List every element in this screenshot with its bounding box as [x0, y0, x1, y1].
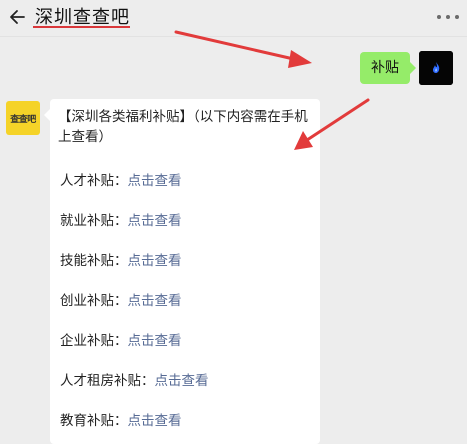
list-item: 教育补贴：点击查看 — [60, 409, 182, 429]
list-item: 人才补贴：点击查看 — [60, 169, 182, 189]
view-link[interactable]: 点击查看 — [128, 413, 182, 429]
list-item: 技能补贴：点击查看 — [60, 249, 182, 269]
title-underline — [33, 26, 130, 28]
my-message-bubble[interactable]: 补贴 — [360, 52, 416, 84]
item-label: 人才租房补贴： — [60, 373, 155, 389]
item-label: 教育补贴： — [60, 413, 128, 429]
view-link[interactable]: 点击查看 — [128, 173, 182, 189]
reply-message-bubble: 【深圳各类福利补贴】（以下内容需在手机上查看） 人才补贴：点击查看 就业补贴：点… — [44, 99, 320, 444]
more-options-icon[interactable] — [437, 8, 459, 26]
chat-header: 深圳查查吧 — [0, 0, 467, 36]
list-item: 企业补贴：点击查看 — [60, 329, 182, 349]
item-label: 技能补贴： — [60, 253, 128, 269]
view-link[interactable]: 点击查看 — [128, 253, 182, 269]
back-arrow-icon[interactable] — [8, 7, 28, 27]
annotation-arrow-1 — [174, 30, 312, 68]
item-label: 人才补贴： — [60, 173, 128, 189]
my-avatar[interactable] — [419, 51, 453, 85]
item-label: 就业补贴： — [60, 213, 128, 229]
view-link[interactable]: 点击查看 — [128, 293, 182, 309]
reply-heading: 【深圳各类福利补贴】（以下内容需在手机上查看） — [58, 109, 308, 145]
item-label: 创业补贴： — [60, 293, 128, 309]
view-link[interactable]: 点击查看 — [155, 373, 209, 389]
list-item: 人才租房补贴：点击查看 — [60, 369, 209, 389]
bot-avatar[interactable]: 查查吧 — [6, 101, 40, 135]
view-link[interactable]: 点击查看 — [128, 213, 182, 229]
list-item: 就业补贴：点击查看 — [60, 209, 182, 229]
view-link[interactable]: 点击查看 — [128, 333, 182, 349]
header-divider — [0, 36, 467, 37]
list-item: 创业补贴：点击查看 — [60, 289, 182, 309]
item-label: 企业补贴： — [60, 333, 128, 349]
blue-flame-icon — [419, 51, 453, 85]
bot-avatar-logo-text: 查查吧 — [10, 114, 36, 125]
